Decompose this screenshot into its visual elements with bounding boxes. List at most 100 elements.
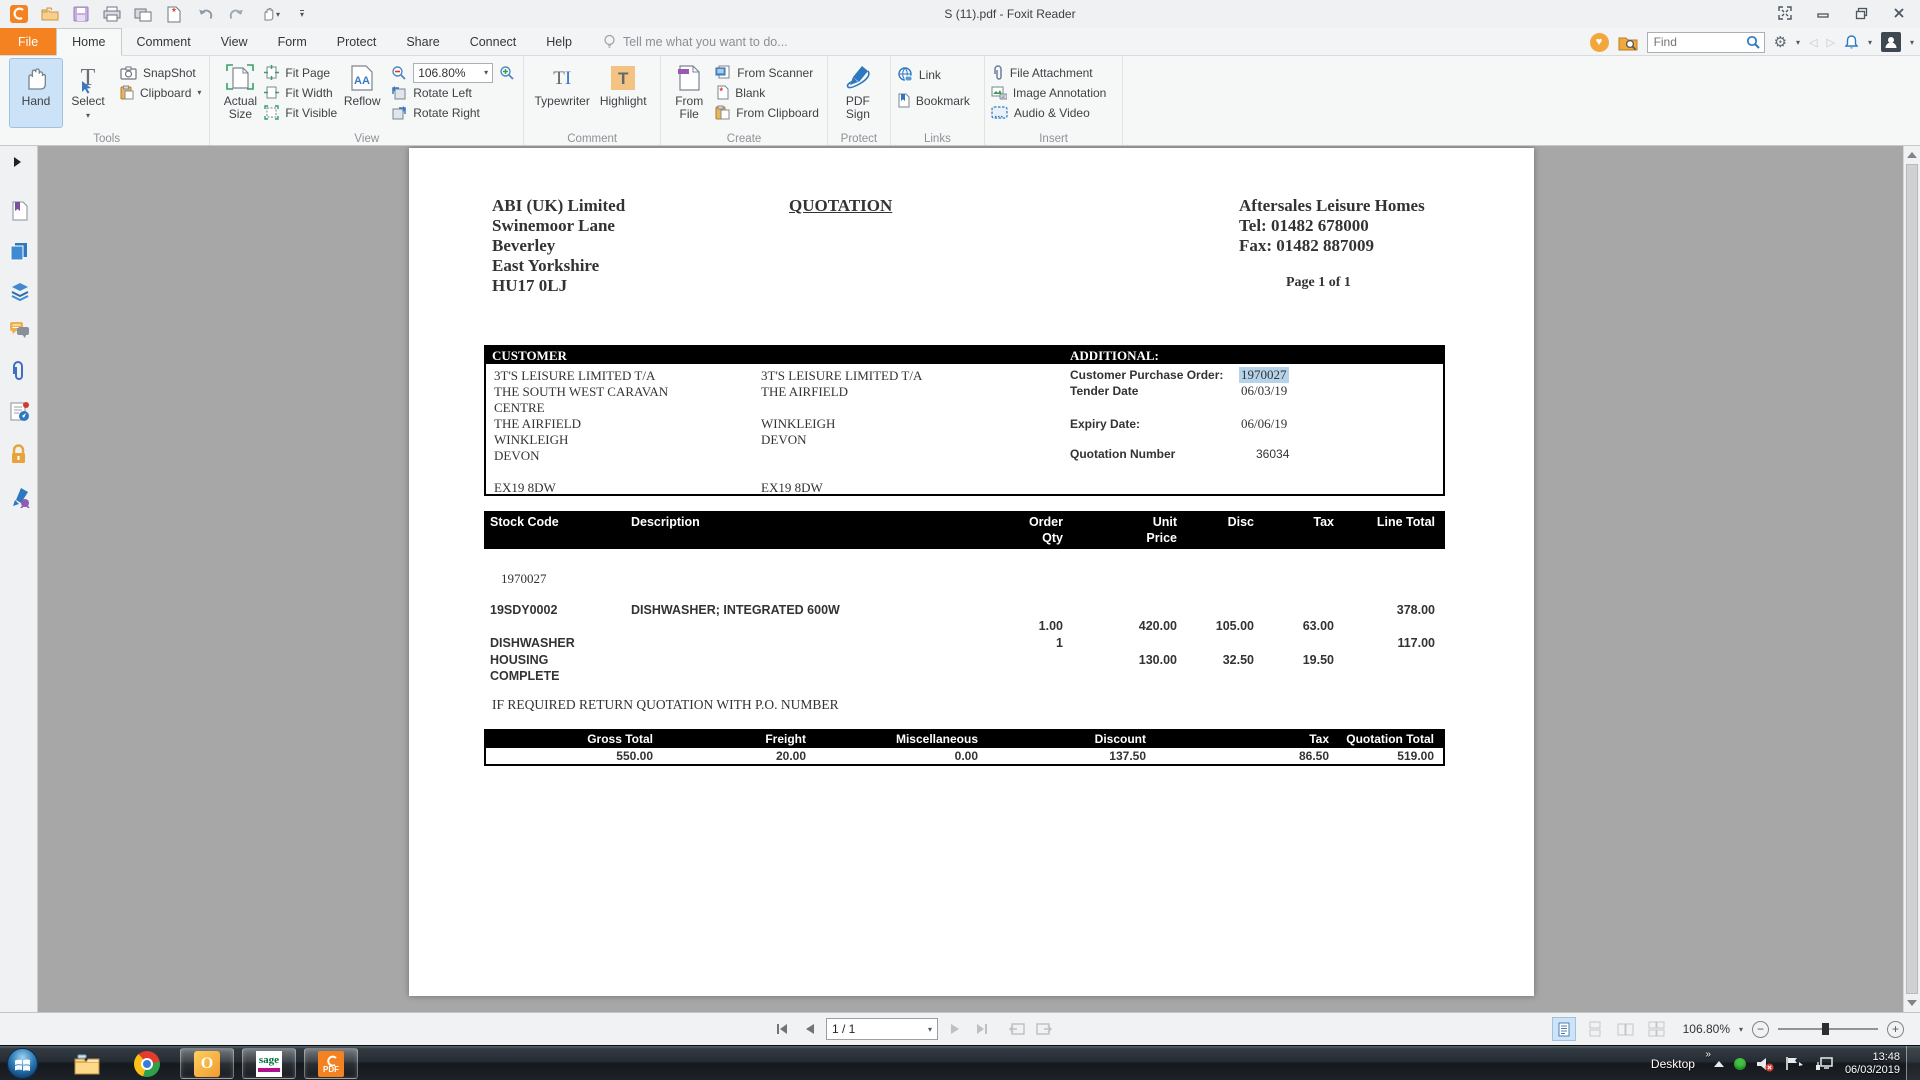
find-box[interactable] (1647, 32, 1765, 53)
volume-muted-icon[interactable] (1756, 1056, 1774, 1072)
hand-dropdown-arrow[interactable]: ▾ (276, 10, 280, 19)
zoom-in-button[interactable]: + (1887, 1021, 1904, 1038)
zoom-slider-handle[interactable] (1822, 1023, 1829, 1035)
fullscreen-button[interactable] (1766, 0, 1804, 26)
tab-form[interactable]: Form (263, 28, 322, 55)
tab-share[interactable]: Share (391, 28, 454, 55)
history-back-icon[interactable]: ◁ (1809, 36, 1817, 49)
select-tool-button[interactable]: T Select ▾ (62, 59, 114, 127)
tell-me-search[interactable]: Tell me what you want to do... (603, 28, 788, 55)
previous-view-button[interactable] (1007, 1018, 1027, 1040)
print-preview-icon[interactable] (132, 3, 154, 25)
bookmarks-panel-icon[interactable] (9, 201, 29, 221)
facing-view-button[interactable] (1615, 1018, 1637, 1040)
first-page-button[interactable] (772, 1018, 792, 1040)
zoom-out-button[interactable]: − (1752, 1021, 1769, 1038)
rotate-right-button[interactable]: Rotate Right (391, 104, 515, 121)
reflow-button[interactable]: AA Reflow (337, 59, 387, 127)
bell-dropdown-arrow[interactable]: ▾ (1868, 38, 1872, 47)
redo-icon[interactable] (225, 3, 247, 25)
zoom-in-icon[interactable] (499, 65, 515, 80)
history-forward-icon[interactable]: ▷ (1827, 36, 1835, 49)
fit-page-button[interactable]: Fit Page (264, 64, 337, 81)
restore-button[interactable] (1842, 0, 1880, 26)
previous-page-button[interactable] (799, 1018, 819, 1040)
pdf-sign-button[interactable]: PDF Sign (834, 59, 882, 127)
bookmark-button[interactable]: Bookmark (897, 92, 970, 109)
tab-protect[interactable]: Protect (322, 28, 392, 55)
clipboard-button[interactable]: Clipboard ▾ (120, 84, 201, 101)
tab-comment[interactable]: Comment (122, 28, 206, 55)
attachments-panel-icon[interactable] (9, 361, 27, 382)
scrollbar-thumb[interactable] (1906, 164, 1918, 994)
statusbar-zoom-dropdown[interactable]: ▾ (1739, 1025, 1743, 1034)
tab-view[interactable]: View (206, 28, 263, 55)
image-annotation-button[interactable]: Image Annotation (991, 84, 1106, 101)
last-page-button[interactable] (972, 1018, 992, 1040)
audio-video-button[interactable]: Audio & Video (991, 104, 1106, 121)
scroll-up-arrow[interactable] (1907, 152, 1917, 158)
tab-help[interactable]: Help (531, 28, 587, 55)
scroll-down-arrow[interactable] (1907, 1000, 1917, 1006)
desktop-toolbar-label[interactable]: Desktop» (1651, 1057, 1695, 1071)
document-canvas[interactable]: ABI (UK) Limited Swinemoor Lane Beverley… (38, 146, 1903, 1012)
tab-home[interactable]: Home (56, 28, 121, 56)
single-page-view-button[interactable] (1553, 1018, 1575, 1040)
continuous-facing-view-button[interactable] (1646, 1018, 1668, 1040)
fit-visible-button[interactable]: Fit Visible (264, 104, 337, 121)
layers-panel-icon[interactable] (9, 281, 31, 301)
select-dropdown-arrow[interactable]: ▾ (86, 109, 90, 122)
tray-clock[interactable]: 13:48 06/03/2019 (1845, 1051, 1900, 1077)
taskbar-chrome-button[interactable] (120, 1048, 174, 1079)
account-dropdown-arrow[interactable]: ▾ (1910, 38, 1914, 47)
tray-status-icon[interactable] (1734, 1058, 1746, 1070)
rotate-left-button[interactable]: Rotate Left (391, 84, 515, 101)
page-number-box[interactable]: 1 / 1 ▾ (826, 1018, 938, 1040)
page-dropdown-arrow[interactable]: ▾ (928, 1025, 932, 1034)
find-search-icon[interactable] (1746, 35, 1760, 49)
continuous-view-button[interactable] (1584, 1018, 1606, 1040)
zoom-slider[interactable] (1778, 1028, 1878, 1030)
customize-toolbar-icon[interactable]: ▾ (295, 3, 309, 25)
minimize-button[interactable] (1804, 0, 1842, 26)
taskbar-foxit-button[interactable]: PDF (304, 1048, 358, 1079)
tab-connect[interactable]: Connect (455, 28, 532, 55)
po-value[interactable]: 1970027 (1239, 367, 1289, 383)
donate-heart-icon[interactable]: ♥ (1590, 33, 1609, 52)
typewriter-button[interactable]: TI Typewriter (530, 59, 594, 127)
comments-panel-icon[interactable] (9, 321, 30, 340)
blank-button[interactable]: * Blank (715, 84, 819, 101)
highlight-button[interactable]: T Highlight (594, 59, 652, 127)
pdf-page[interactable]: ABI (UK) Limited Swinemoor Lane Beverley… (409, 148, 1534, 996)
tab-file[interactable]: File (0, 28, 56, 55)
file-attachment-button[interactable]: File Attachment (991, 64, 1106, 81)
search-folder-icon[interactable] (1618, 34, 1638, 51)
from-file-button[interactable]: From File (667, 59, 711, 127)
snapshot-button[interactable]: SnapShot (120, 64, 201, 81)
find-input[interactable] (1654, 35, 1734, 49)
save-icon[interactable] (70, 3, 92, 25)
link-button[interactable]: Link (897, 66, 970, 83)
close-button[interactable] (1880, 0, 1918, 26)
show-desktop-button[interactable] (1906, 1046, 1920, 1080)
network-icon[interactable] (1814, 1056, 1834, 1072)
start-button[interactable] (7, 1048, 38, 1079)
zoom-dropdown-arrow[interactable]: ▾ (484, 68, 488, 77)
sign-panel-icon[interactable] (9, 486, 31, 508)
hand-tool-quick-icon[interactable]: ▾ (256, 3, 286, 25)
fit-width-button[interactable]: Fit Width (264, 84, 337, 101)
taskbar-sage-button[interactable]: sage (242, 1048, 296, 1079)
account-avatar[interactable] (1881, 32, 1901, 52)
next-page-button[interactable] (945, 1018, 965, 1040)
expand-panel-icon[interactable] (13, 156, 22, 168)
vertical-scrollbar[interactable] (1903, 146, 1920, 1012)
action-center-flag-icon[interactable] (1784, 1056, 1804, 1071)
undo-icon[interactable] (194, 3, 216, 25)
notifications-bell-icon[interactable] (1844, 34, 1859, 50)
settings-gear-icon[interactable]: ⚙ (1774, 33, 1787, 51)
zoom-level-combobox[interactable]: 106.80% ▾ (413, 63, 493, 83)
open-folder-icon[interactable] (39, 3, 61, 25)
taskbar-outlook-button[interactable]: O (180, 1048, 234, 1079)
hand-tool-button[interactable]: Hand (10, 59, 62, 127)
page-thumbnails-panel-icon[interactable] (9, 241, 29, 261)
